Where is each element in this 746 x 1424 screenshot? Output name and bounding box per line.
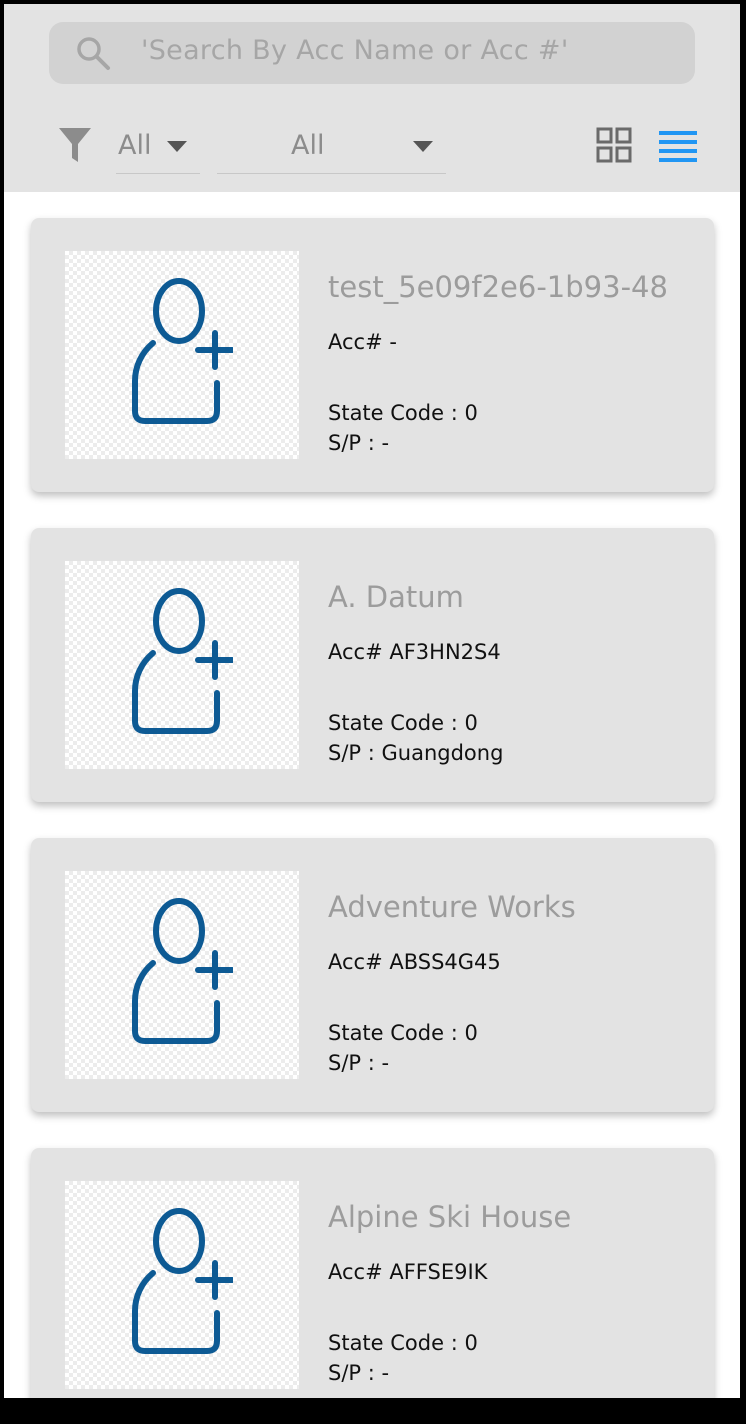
account-thumbnail: [65, 1181, 299, 1389]
state-province: S/P : -: [328, 1361, 390, 1385]
state-province: S/P : -: [328, 1051, 390, 1075]
account-card[interactable]: A. Datum Acc# AF3HN2S4 State Code : 0 S/…: [31, 528, 714, 802]
filter-dropdown-2[interactable]: All: [217, 122, 446, 174]
state-code: State Code : 0: [328, 711, 478, 735]
account-number: Acc# AF3HN2S4: [328, 640, 501, 664]
chevron-down-icon: [413, 141, 433, 152]
account-number: Acc# ABSS4G45: [328, 950, 501, 974]
state-code: State Code : 0: [328, 1021, 478, 1045]
add-person-icon: [132, 588, 233, 734]
list-view-icon[interactable]: [659, 129, 697, 163]
account-thumbnail: [65, 871, 299, 1079]
account-number: Acc# AFFSE9IK: [328, 1260, 488, 1284]
filter-icon[interactable]: [59, 128, 91, 162]
screen: 'Search By Acc Name or Acc #' All All te…: [4, 4, 740, 1398]
chevron-down-icon: [167, 141, 187, 152]
state-code: State Code : 0: [328, 401, 478, 425]
add-person-icon: [132, 278, 233, 424]
account-name: Adventure Works: [328, 890, 576, 924]
account-name: A. Datum: [328, 580, 464, 614]
account-thumbnail: [65, 561, 299, 769]
account-card[interactable]: Alpine Ski House Acc# AFFSE9IK State Cod…: [31, 1148, 714, 1398]
search-icon: [77, 37, 110, 70]
account-card[interactable]: Adventure Works Acc# ABSS4G45 State Code…: [31, 838, 714, 1112]
add-person-icon: [132, 898, 233, 1044]
state-code: State Code : 0: [328, 1331, 478, 1355]
filter-dropdown-1[interactable]: All: [116, 122, 200, 174]
search-placeholder: 'Search By Acc Name or Acc #': [141, 35, 569, 66]
state-province: S/P : -: [328, 431, 390, 455]
account-card[interactable]: test_5e09f2e6-1b93-48 Acc# - State Code …: [31, 218, 714, 492]
search-input[interactable]: 'Search By Acc Name or Acc #': [49, 22, 695, 84]
state-province: S/P : Guangdong: [328, 741, 504, 765]
account-number: Acc# -: [328, 330, 397, 354]
grid-view-icon[interactable]: [596, 127, 632, 163]
account-name: test_5e09f2e6-1b93-48: [328, 270, 668, 304]
account-name: Alpine Ski House: [328, 1200, 572, 1234]
filter-dropdown-2-value: All: [291, 130, 325, 161]
add-person-icon: [132, 1208, 233, 1354]
filter-dropdown-1-value: All: [118, 130, 152, 161]
account-thumbnail: [65, 251, 299, 459]
header-bar: 'Search By Acc Name or Acc #' All All: [4, 4, 740, 192]
